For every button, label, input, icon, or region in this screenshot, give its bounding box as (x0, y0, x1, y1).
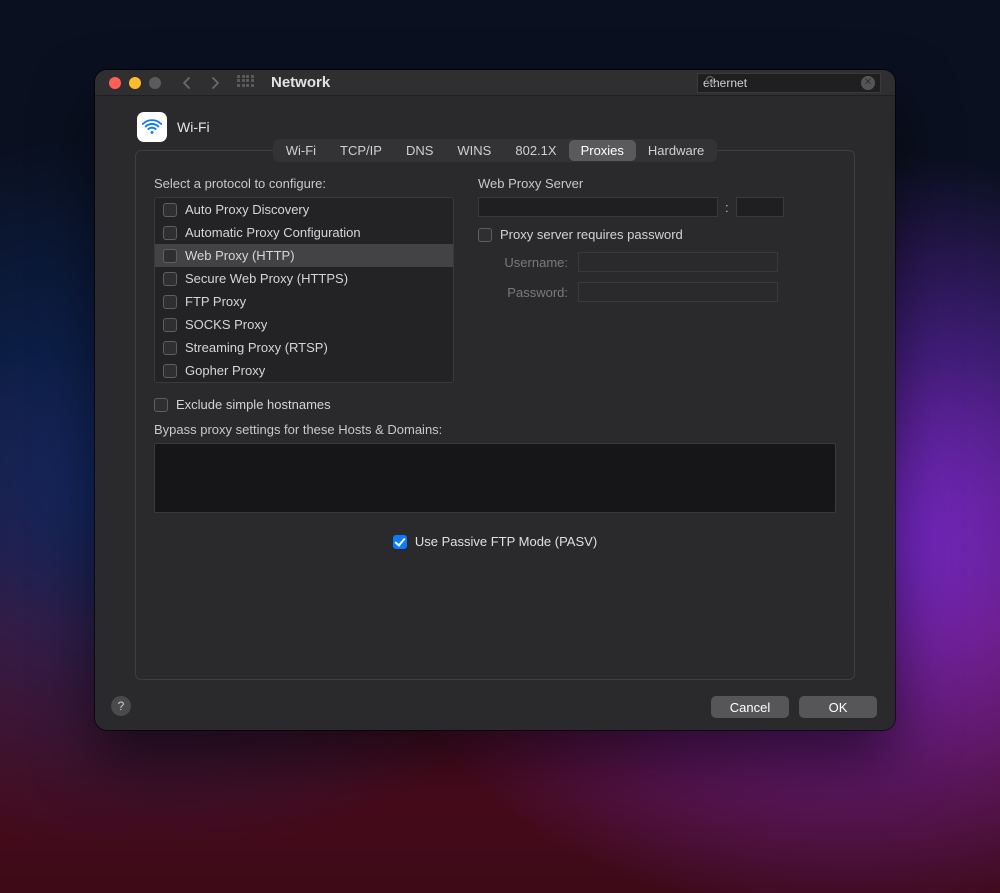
proxy-host-input[interactable] (478, 197, 718, 217)
protocol-row-auto-config[interactable]: Automatic Proxy Configuration (155, 221, 453, 244)
tab-dns[interactable]: DNS (394, 140, 445, 161)
zoom-window-button[interactable] (149, 77, 161, 89)
exclude-row: Exclude simple hostnames (154, 397, 836, 412)
protocol-row-ftp[interactable]: FTP Proxy (155, 290, 453, 313)
close-window-button[interactable] (109, 77, 121, 89)
protocol-label: Web Proxy (HTTP) (185, 248, 295, 263)
dialog-actions: Cancel OK (711, 696, 877, 718)
requires-password-row: Proxy server requires password (478, 227, 836, 242)
bypass-textarea[interactable] (154, 443, 836, 513)
checkbox-icon[interactable] (163, 249, 177, 263)
checkbox-icon[interactable] (163, 272, 177, 286)
tab-wifi[interactable]: Wi-Fi (274, 140, 328, 161)
left-column: Select a protocol to configure: Auto Pro… (154, 176, 454, 383)
username-input (578, 252, 778, 272)
requires-password-label: Proxy server requires password (500, 227, 683, 242)
protocol-label: Automatic Proxy Configuration (185, 225, 361, 240)
tab-tcpip[interactable]: TCP/IP (328, 140, 394, 161)
protocol-row-gopher[interactable]: Gopher Proxy (155, 359, 453, 382)
checkbox-icon[interactable] (163, 364, 177, 378)
pasv-row: Use Passive FTP Mode (PASV) (154, 534, 836, 549)
help-button[interactable]: ? (111, 696, 131, 716)
protocol-row-rtsp[interactable]: Streaming Proxy (RTSP) (155, 336, 453, 359)
clear-search-icon[interactable]: ✕ (861, 76, 875, 90)
search-icon (705, 75, 717, 90)
minimize-window-button[interactable] (129, 77, 141, 89)
host-port-separator: : (724, 200, 730, 215)
checkbox-icon[interactable] (163, 203, 177, 217)
tabs: Wi-Fi TCP/IP DNS WINS 802.1X Proxies Har… (154, 139, 836, 162)
tab-8021x[interactable]: 802.1X (503, 140, 568, 161)
cancel-button[interactable]: Cancel (711, 696, 789, 718)
back-button[interactable] (177, 73, 197, 93)
password-input (578, 282, 778, 302)
username-row: Username: (478, 252, 836, 272)
protocol-row-https[interactable]: Secure Web Proxy (HTTPS) (155, 267, 453, 290)
checkbox-icon[interactable] (163, 295, 177, 309)
protocol-heading: Select a protocol to configure: (154, 176, 454, 191)
checkbox-icon[interactable] (163, 341, 177, 355)
protocol-row-auto-discovery[interactable]: Auto Proxy Discovery (155, 198, 453, 221)
all-preferences-icon[interactable] (237, 75, 253, 91)
protocol-list[interactable]: Auto Proxy Discovery Automatic Proxy Con… (154, 197, 454, 383)
password-row: Password: (478, 282, 836, 302)
forward-button[interactable] (205, 73, 225, 93)
server-field-row: : (478, 197, 836, 217)
protocol-label: FTP Proxy (185, 294, 246, 309)
interface-header: Wi-Fi (137, 112, 877, 142)
ok-button[interactable]: OK (799, 696, 877, 718)
titlebar: Network ✕ (95, 70, 895, 96)
window-title: Network (271, 74, 330, 91)
protocol-label: Secure Web Proxy (HTTPS) (185, 271, 348, 286)
server-heading: Web Proxy Server (478, 176, 836, 191)
traffic-lights (109, 77, 161, 89)
protocol-label: Gopher Proxy (185, 363, 265, 378)
protocol-label: Streaming Proxy (RTSP) (185, 340, 328, 355)
tab-proxies[interactable]: Proxies (569, 140, 636, 161)
requires-password-checkbox[interactable] (478, 228, 492, 242)
pasv-checkbox[interactable] (393, 535, 407, 549)
tab-wins[interactable]: WINS (445, 140, 503, 161)
settings-panel: Wi-Fi TCP/IP DNS WINS 802.1X Proxies Har… (135, 150, 855, 680)
window-body: Wi-Fi Wi-Fi TCP/IP DNS WINS 802.1X Proxi… (95, 96, 895, 730)
tab-hardware[interactable]: Hardware (636, 140, 716, 161)
exclude-label: Exclude simple hostnames (176, 397, 331, 412)
tabs-inner: Wi-Fi TCP/IP DNS WINS 802.1X Proxies Har… (273, 139, 718, 162)
search-input[interactable] (697, 73, 881, 93)
pasv-label: Use Passive FTP Mode (PASV) (415, 534, 597, 549)
right-column: Web Proxy Server : Proxy server requires… (478, 176, 836, 383)
protocol-row-socks[interactable]: SOCKS Proxy (155, 313, 453, 336)
protocol-row-http[interactable]: Web Proxy (HTTP) (155, 244, 453, 267)
bypass-heading: Bypass proxy settings for these Hosts & … (154, 422, 836, 437)
password-label: Password: (478, 285, 568, 300)
checkbox-icon[interactable] (163, 318, 177, 332)
username-label: Username: (478, 255, 568, 270)
protocol-label: Auto Proxy Discovery (185, 202, 309, 217)
proxy-port-input[interactable] (736, 197, 784, 217)
protocol-label: SOCKS Proxy (185, 317, 267, 332)
network-advanced-window: Network ✕ Wi-Fi Wi-Fi TCP/IP DNS WINS (95, 70, 895, 730)
checkbox-icon[interactable] (163, 226, 177, 240)
search-field-wrap: ✕ (697, 73, 881, 93)
exclude-checkbox[interactable] (154, 398, 168, 412)
wifi-icon (137, 112, 167, 142)
interface-name: Wi-Fi (177, 119, 210, 135)
